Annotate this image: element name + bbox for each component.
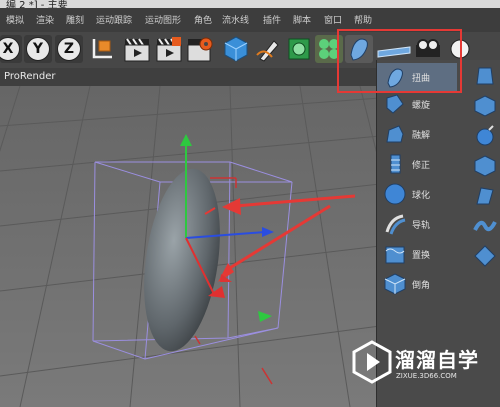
twist-icon: [386, 94, 404, 114]
coordinate-system-icon: [92, 39, 112, 59]
deformer-label-bevel: 倒角: [412, 281, 431, 291]
clapper-render-icon: [156, 37, 182, 62]
menu-mograph[interactable]: 运动图形: [145, 13, 181, 26]
3d-viewport[interactable]: [0, 86, 380, 407]
deformer-item-spherify[interactable]: 球化: [377, 180, 457, 210]
deformer-label-twist: 螺旋: [412, 101, 431, 111]
pen-icon: [256, 40, 279, 62]
deformer-label-displacer: 置换: [412, 251, 431, 261]
deformer-item-correction[interactable]: 修正: [377, 150, 457, 180]
shatter-icon[interactable]: [473, 154, 497, 178]
deformer-label-rail: 导轨: [412, 221, 431, 231]
menu-render[interactable]: 渲染: [36, 13, 54, 26]
shrink-wrap-icon[interactable]: [473, 244, 497, 268]
displacer-icon: [385, 246, 405, 264]
deformer-item-twist[interactable]: 螺旋: [377, 90, 457, 120]
clapper-gear-icon: [187, 37, 213, 62]
menu-sculpt[interactable]: 雕刻: [66, 13, 84, 26]
wave-icon[interactable]: [473, 214, 497, 238]
menu-script[interactable]: 脚本: [293, 13, 311, 26]
axis-y-label: Y: [26, 37, 50, 61]
deformer-label-spherify: 球化: [412, 191, 431, 201]
wrap-icon[interactable]: [473, 184, 497, 208]
viewport-header: ProRender: [0, 68, 380, 87]
render-view-button[interactable]: [123, 35, 151, 63]
viewport-title: ProRender: [4, 71, 56, 82]
axis-x-label: X: [0, 37, 20, 61]
deformer-item-displacer[interactable]: 置换: [377, 240, 457, 270]
cube-icon: [224, 36, 248, 62]
watermark-logo-icon: [352, 340, 392, 384]
menu-simulate[interactable]: 模拟: [6, 13, 24, 26]
deformer-label-correction: 修正: [412, 161, 431, 171]
menu-character[interactable]: 角色: [194, 13, 212, 26]
deformer-item-melt[interactable]: 融解: [377, 120, 457, 150]
explosion-icon[interactable]: [473, 124, 497, 148]
bulge-icon[interactable]: [473, 94, 497, 118]
window-title: 编 2 *] - 主要: [6, 0, 68, 8]
subdivision-icon: [288, 38, 310, 60]
spherify-icon: [384, 183, 406, 205]
melt-icon: [386, 125, 404, 143]
correction-icon: [390, 154, 401, 174]
pen-spline-button[interactable]: [254, 35, 282, 63]
deformer-item-rail[interactable]: 导轨: [377, 210, 457, 240]
watermark: 溜溜自学 ZIXUE.3D66.COM: [352, 338, 500, 388]
ffd-icon[interactable]: [473, 64, 497, 88]
render-to-picture-viewer-button[interactable]: [155, 35, 183, 63]
watermark-title: 溜溜自学: [395, 348, 479, 372]
watermark-subtitle: ZIXUE.3D66.COM: [396, 372, 457, 380]
bevel-icon: [384, 273, 406, 295]
highlight-box: [337, 29, 462, 93]
menu-motion-tracking[interactable]: 运动跟踪: [96, 13, 132, 26]
menu-pipeline[interactable]: 流水线: [222, 13, 249, 26]
menu-help[interactable]: 帮助: [354, 13, 372, 26]
axis-z-lock-button[interactable]: Z: [55, 35, 83, 63]
clapper-icon: [124, 38, 150, 62]
axis-x-lock-button[interactable]: X: [0, 35, 22, 63]
rail-icon: [385, 214, 406, 235]
deformer-label-melt: 融解: [412, 131, 431, 141]
subdivision-surface-button[interactable]: [285, 35, 313, 63]
viewport-scene: [0, 86, 380, 407]
render-settings-button[interactable]: [186, 35, 214, 63]
cube-object-button[interactable]: [222, 35, 250, 63]
window-title-bar: 编 2 *] - 主要: [0, 0, 500, 8]
menu-plugins[interactable]: 插件: [263, 13, 281, 26]
axis-z-label: Z: [57, 37, 81, 61]
deformer-item-bevel[interactable]: 倒角: [377, 270, 457, 300]
menu-window[interactable]: 窗口: [324, 13, 342, 26]
axis-y-lock-button[interactable]: Y: [24, 35, 52, 63]
coordinate-system-button[interactable]: [88, 35, 116, 63]
